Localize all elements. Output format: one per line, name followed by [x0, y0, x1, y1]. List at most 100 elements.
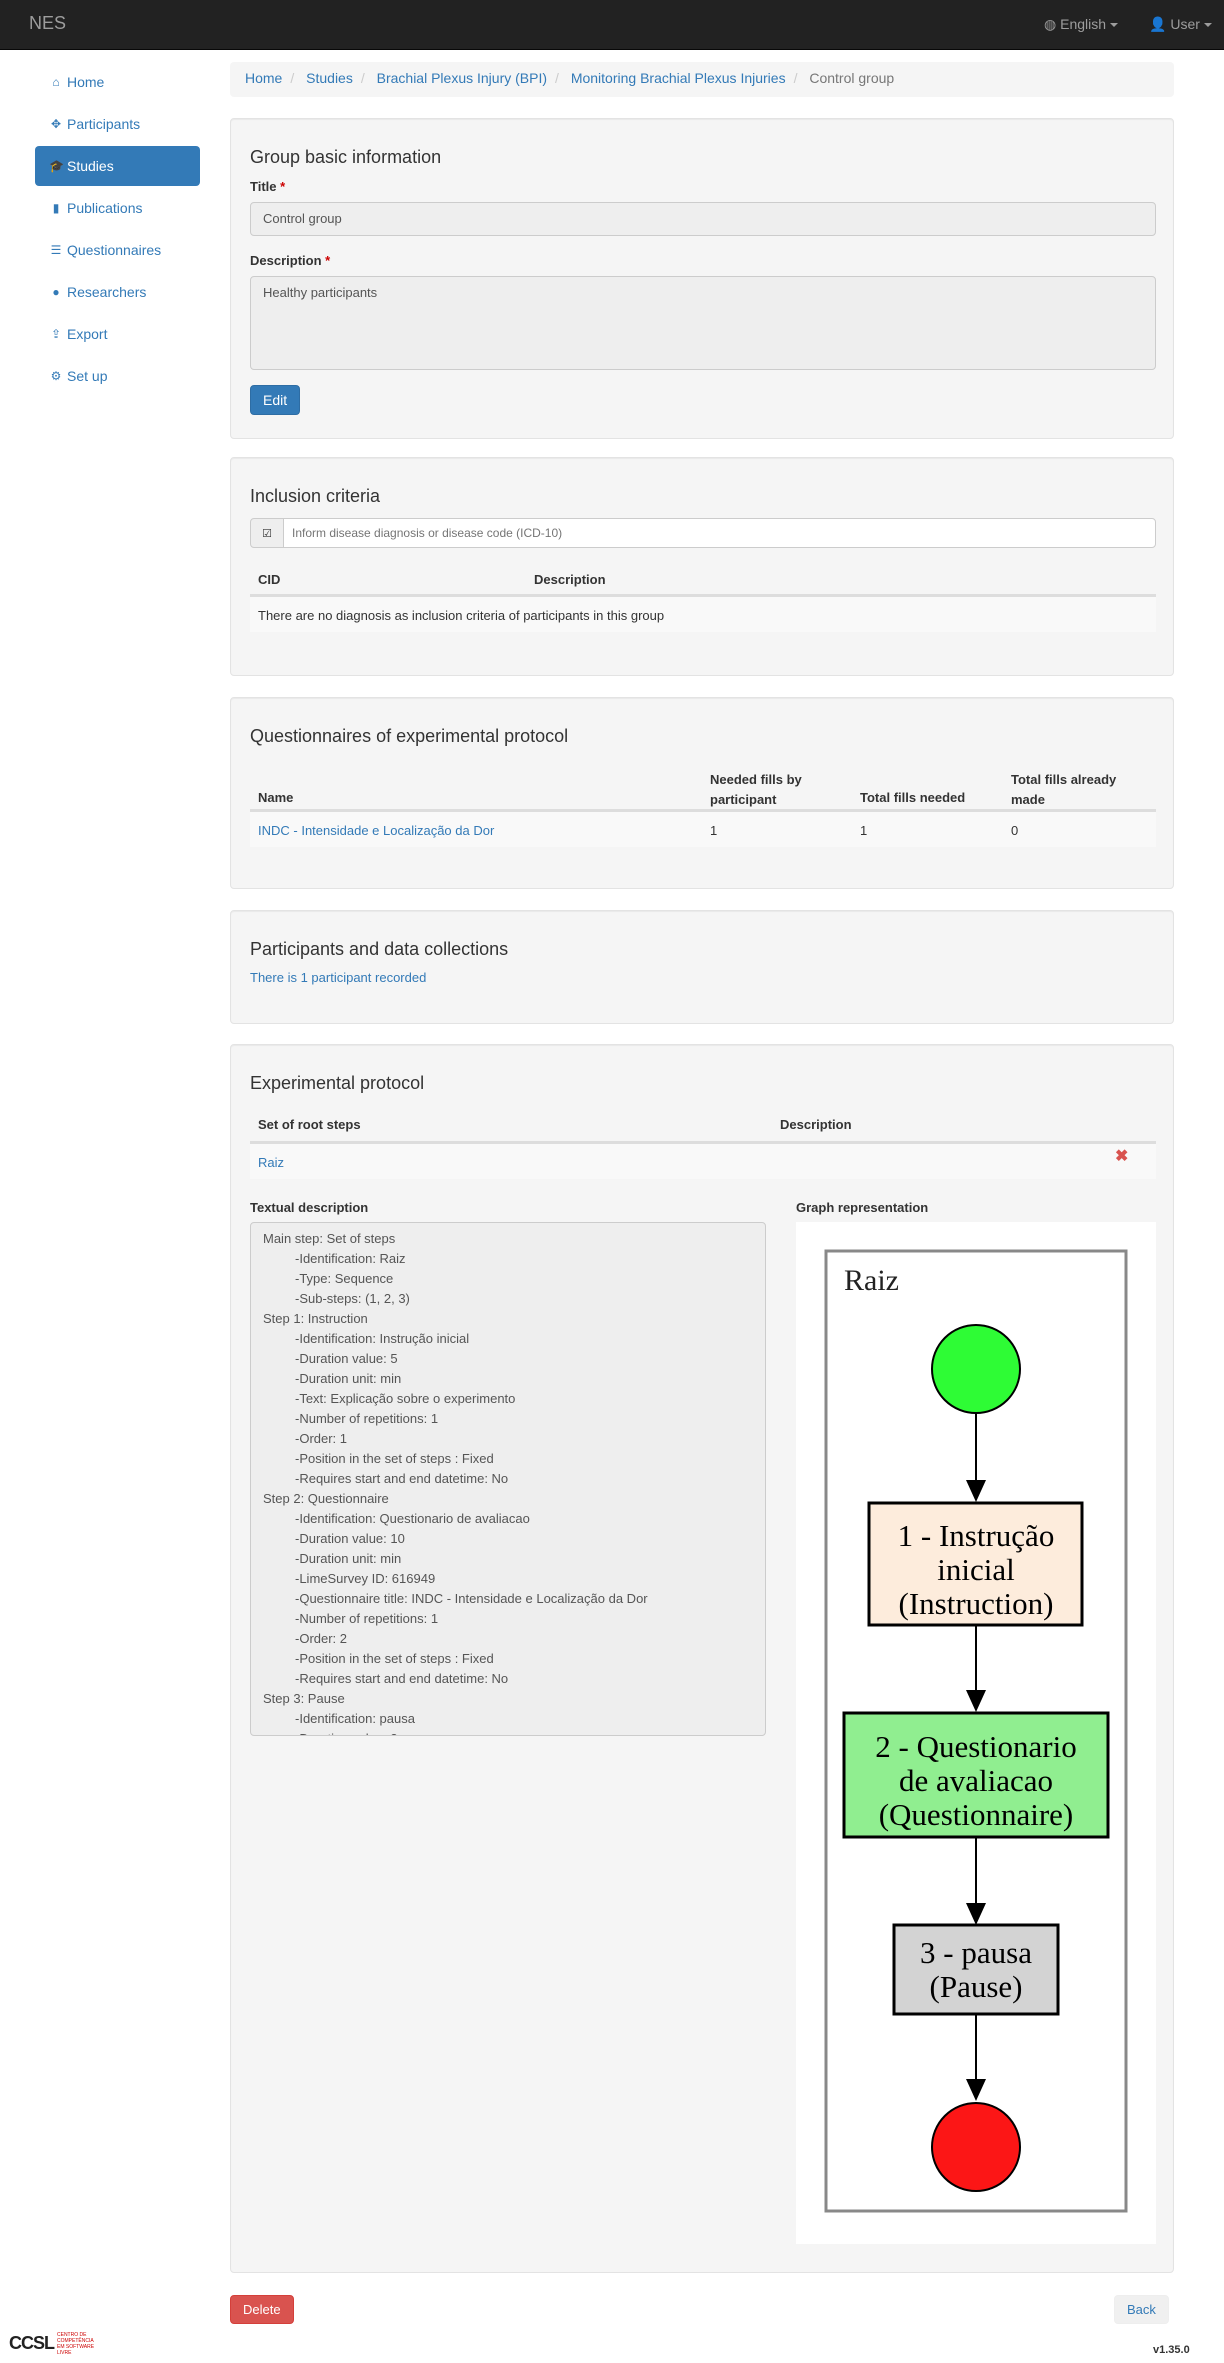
export-icon: ⇪ [50, 327, 62, 341]
textual-line: -Duration value: 5 [295, 1351, 398, 1366]
inclusion-criteria-panel: Inclusion criteria ☑ CID Description The… [230, 457, 1174, 676]
textual-line: -Duration value: 3 [263, 1729, 753, 1735]
title-field[interactable]: Control group [250, 202, 1156, 236]
breadcrumb-experiment[interactable]: Monitoring Brachial Plexus Injuries [571, 70, 786, 86]
language-dropdown[interactable]: ◍ English [1044, 16, 1119, 33]
total-value: 1 [860, 823, 868, 838]
table-header: CID Description [250, 560, 1156, 596]
description-label: Description * [250, 253, 331, 268]
questionnaires-panel: Questionnaires of experimental protocol … [230, 697, 1174, 889]
step1-line3: (Instruction) [899, 1586, 1054, 1621]
diagnosis-search-input[interactable] [283, 518, 1156, 548]
start-node [931, 1324, 1021, 1414]
diagnosis-search: ☑ [250, 518, 1156, 548]
breadcrumb-home[interactable]: Home [245, 70, 282, 86]
textual-description[interactable]: Main step: Set of steps -Identification: … [250, 1222, 766, 1736]
description-field[interactable]: Healthy participants [250, 276, 1156, 370]
sidebar-item-researchers[interactable]: ● Researchers [35, 272, 200, 312]
sidebar-item-studies[interactable]: 🎓 Studies [35, 146, 200, 186]
column-made: Total fills already made [1011, 772, 1117, 807]
column-total: Total fills needed [860, 790, 966, 805]
textual-line: -Position in the set of steps : Fixed [295, 1451, 494, 1466]
step3-line1: 3 - pausa [920, 1935, 1032, 1970]
top-navbar: NES ◍ English 👤 User [0, 0, 1224, 50]
sidebar-item-export[interactable]: ⇪ Export [35, 314, 200, 354]
column-description: Description [780, 1117, 852, 1132]
sidebar-item-label: Home [67, 74, 105, 90]
back-button[interactable]: Back [1114, 2295, 1169, 2324]
user-icon: 👤 [1149, 16, 1167, 32]
end-node [931, 2102, 1021, 2192]
sidebar-item-label: Export [67, 326, 108, 342]
step2-line2: de avaliacao [899, 1763, 1053, 1798]
textual-label: Textual description [250, 1200, 369, 1215]
textual-line: -Requires start and end datetime: No [295, 1471, 509, 1486]
breadcrumb-studies[interactable]: Studies [306, 70, 353, 86]
education-icon: 🎓 [49, 159, 64, 173]
cluster-label: Raiz [844, 1264, 899, 1297]
move-icon: ✥ [50, 117, 62, 131]
section-title: Participants and data collections [250, 939, 509, 959]
protocol-graph: Raiz 1 - Instrução inicial (Instruction)… [824, 1249, 1128, 2213]
breadcrumb: Home / Studies / Brachial Plexus Injury (B… [230, 62, 1174, 97]
sidebar: ⌂ Home ✥ Participants 🎓 Studies ▮ Publicatio… [35, 62, 200, 398]
textual-line: -Sub-steps: (1, 2, 3) [295, 1291, 410, 1306]
group-info-panel: Group basic information Title * Control … [230, 118, 1174, 439]
questionnaire-link[interactable]: INDC - Intensidade e Localização da Dor [258, 823, 494, 838]
step2-line1: 2 - Questionario [875, 1729, 1076, 1764]
step1-line1: 1 - Instrução [898, 1518, 1055, 1553]
user-label: User [1170, 16, 1200, 32]
participants-link[interactable]: There is 1 participant recorded [250, 970, 426, 985]
sidebar-item-participants[interactable]: ✥ Participants [35, 104, 200, 144]
textual-line: -Requires start and end datetime: No [295, 1671, 509, 1686]
made-value: 0 [1011, 823, 1019, 838]
brand-logo[interactable]: NES [29, 13, 66, 34]
breadcrumb-current: Control group [809, 70, 895, 86]
textual-line: -Text: Explicação sobre o experimento [295, 1391, 516, 1406]
table-header: Name Needed fills by participant Total fi… [250, 762, 1156, 811]
experimental-protocol-panel: Experimental protocol Set of root steps … [230, 1044, 1174, 2273]
sidebar-item-setup[interactable]: ⚙ Set up [35, 356, 200, 396]
textual-line: -Position in the set of steps : Fixed [295, 1651, 494, 1666]
breadcrumb-study[interactable]: Brachial Plexus Injury (BPI) [377, 70, 547, 86]
column-set: Set of root steps [258, 1117, 361, 1132]
ccsl-logo: CCSL CENTRO DE COMPETÊNCIA EM SOFTWARE LI… [9, 2332, 95, 2356]
user-icon: ● [52, 285, 60, 299]
edit-check-icon: ☑ [250, 518, 284, 548]
graph-representation: Raiz 1 - Instrução inicial (Instruction)… [796, 1222, 1156, 2244]
sidebar-item-label: Participants [67, 116, 141, 132]
sidebar-item-home[interactable]: ⌂ Home [35, 62, 200, 102]
textual-line: -Identification: Questionario de avaliac… [295, 1511, 530, 1526]
textual-line: -Order: 2 [295, 1631, 348, 1646]
textual-line: -Identification: Raiz [295, 1251, 406, 1266]
title-label: Title * [250, 179, 286, 194]
table-header: Set of root steps Description [250, 1107, 1156, 1143]
cog-icon: ⚙ [50, 369, 62, 383]
textual-line: -Identification: pausa [295, 1711, 415, 1726]
root-step-link[interactable]: Raiz [258, 1155, 284, 1170]
textual-line: -Questionnaire title: INDC - Intensidade… [295, 1591, 648, 1606]
sidebar-item-questionnaires[interactable]: ☰ Questionnaires [35, 230, 200, 270]
column-name: Name [258, 790, 294, 805]
table-row: There are no diagnosis as inclusion crit… [250, 596, 1156, 632]
textual-line: Main step: Set of steps [263, 1231, 396, 1246]
textual-line: -Duration unit: min [295, 1551, 402, 1566]
home-icon: ⌂ [52, 75, 60, 89]
textual-line: -Number of repetitions: 1 [295, 1411, 439, 1426]
column-needed: Needed fills by participant [710, 772, 802, 807]
textual-line: -Identification: Instrução inicial [295, 1331, 470, 1346]
delete-button[interactable]: Delete [230, 2295, 294, 2324]
edit-button[interactable]: Edit [250, 385, 301, 415]
textual-line: -Number of repetitions: 1 [295, 1611, 439, 1626]
textual-line: -Duration unit: min [295, 1371, 402, 1386]
column-description: Description [534, 572, 606, 587]
empty-message: There are no diagnosis as inclusion crit… [258, 608, 665, 623]
user-dropdown[interactable]: 👤 User [1149, 16, 1212, 33]
textual-line: -Duration value: 10 [295, 1531, 405, 1546]
sidebar-item-publications[interactable]: ▮ Publications [35, 188, 200, 228]
section-title: Inclusion criteria [250, 486, 381, 506]
section-title: Group basic information [250, 147, 442, 167]
remove-icon[interactable]: ✖ [1115, 1146, 1128, 1166]
step2-line3: (Questionnaire) [879, 1797, 1074, 1832]
sidebar-item-label: Publications [67, 200, 143, 216]
